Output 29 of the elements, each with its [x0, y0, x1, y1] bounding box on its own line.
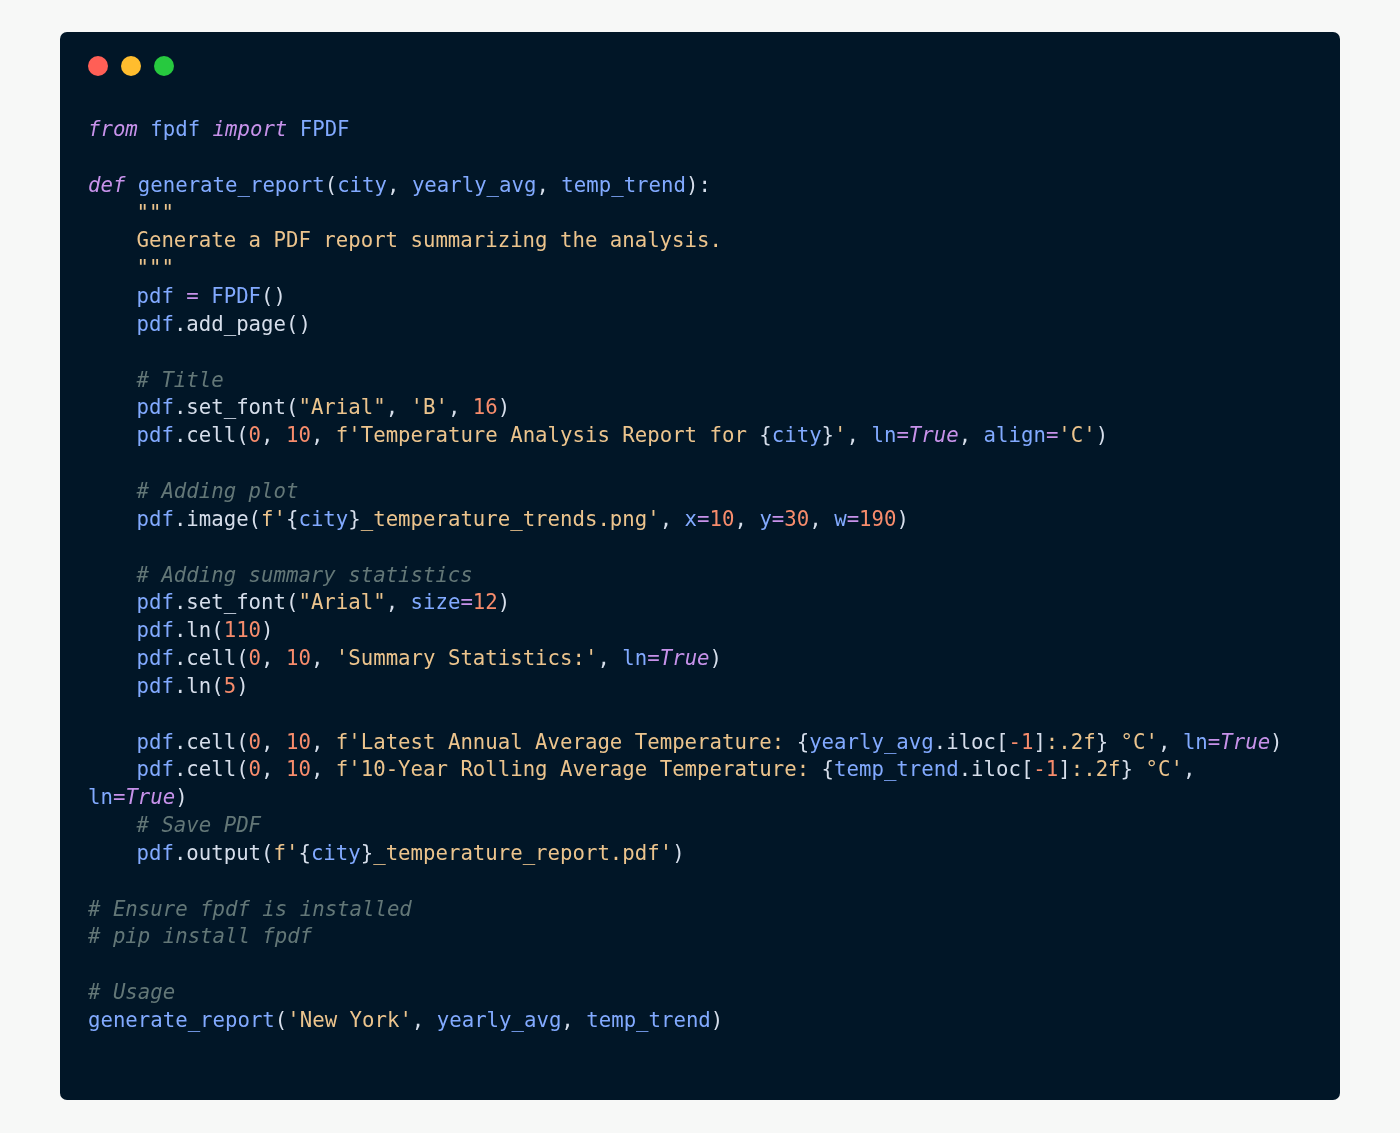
code-line: generate_report('New York', yearly_avg, temp_trend): [88, 1007, 724, 1034]
code-line: Generate a PDF report summarizing the analysis.: [136, 227, 722, 255]
code-line: # Adding summary statistics: [136, 561, 473, 589]
code-line: pdf.ln(110): [136, 617, 274, 645]
code-line: # Title: [136, 366, 224, 394]
code-line: pdf.output(f'{city}_temperature_report.pdf'): [136, 839, 685, 867]
code-line: ln=True): [88, 784, 188, 812]
code-line: pdf.cell(0, 10, 'Summary Statistics:', ln=True): [136, 645, 722, 673]
window-control-dot[interactable]: [154, 56, 174, 76]
code-line: pdf.add_page(): [136, 310, 311, 338]
code-line: pdf.set_font("Arial", size=12): [136, 589, 511, 617]
code-line: from fpdf import FPDF: [88, 116, 350, 143]
code-line: pdf.cell(0, 10, f'Latest Annual Average Temperature: {yearly_avg.iloc[-1]:.2f} °C', ln=True): [136, 728, 1283, 756]
window-control-dot[interactable]: [88, 56, 108, 76]
code-line: """: [136, 255, 174, 283]
code-line: pdf = FPDF(): [136, 283, 286, 311]
code-line: pdf.cell(0, 10, f'10-Year Rolling Average Temperature: {temp_trend.iloc[-1]:.2f} °C',: [136, 756, 1196, 784]
code-line: # Save PDF: [136, 812, 262, 840]
code-line: pdf.cell(0, 10, f'Temperature Analysis Report for {city}', ln=True, align='C'): [136, 422, 1109, 450]
code-line: # Usage: [88, 979, 176, 1007]
code-line: # pip install fpdf: [88, 923, 313, 951]
code-line: # Ensure fpdf is installed: [88, 895, 412, 923]
code-line: # Adding plot: [136, 477, 299, 505]
code-line: pdf.ln(5): [136, 672, 249, 700]
window-control-dot[interactable]: [121, 56, 141, 76]
code-line: """: [136, 199, 174, 227]
code-line: pdf.set_font("Arial", 'B', 16): [136, 394, 511, 422]
code-line: pdf.image(f'{city}_temperature_trends.png', x=10, y=30, w=190): [136, 505, 909, 533]
code-line: def generate_report(city, yearly_avg, temp_trend):: [88, 171, 711, 199]
